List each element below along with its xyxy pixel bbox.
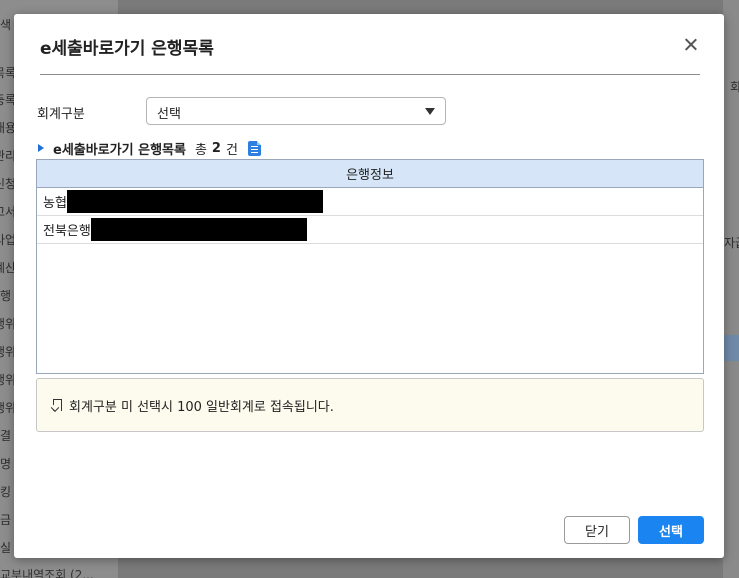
triangle-bullet-icon xyxy=(38,144,44,152)
notice-box: 회계구분 미 선택시 100 일반회계로 접속됩니다. xyxy=(36,378,704,432)
count-suffix: 건 xyxy=(225,142,238,158)
select-button[interactable]: 선택 xyxy=(638,516,704,544)
background-label: 행 xyxy=(0,289,12,303)
table-row[interactable]: 전북은행 xyxy=(37,216,703,244)
background-label: 자급 xyxy=(724,236,739,250)
account-type-select-value: 선택 xyxy=(157,107,181,122)
section-header: e세출바로가기 은행목록 총 2 건 xyxy=(38,139,261,158)
bookmark-icon xyxy=(53,399,62,411)
notice-text: 회계구분 미 선택시 100 일반회계로 접속됩니다. xyxy=(69,399,334,415)
count-value: 2 xyxy=(211,140,221,156)
bank-list-dialog: e세출바로가기 은행목록 회계구분 선택 e세출바로가기 은행목록 총 2 건 … xyxy=(14,14,724,558)
count-prefix: 총 xyxy=(194,142,207,158)
dialog-title: e세출바로가기 은행목록 xyxy=(40,39,214,59)
chevron-down-icon xyxy=(425,108,435,115)
excel-export-icon[interactable] xyxy=(247,140,261,156)
close-button[interactable]: 닫기 xyxy=(564,516,630,544)
close-icon[interactable] xyxy=(682,36,700,54)
account-type-select[interactable]: 선택 xyxy=(146,97,446,125)
title-divider xyxy=(40,74,700,75)
background-label: 실 xyxy=(0,541,12,555)
section-title: e세출바로가기 은행목록 xyxy=(53,142,186,158)
background-label: 킹 xyxy=(0,485,12,499)
bank-name: 전북은행 xyxy=(43,224,91,239)
bank-name: 농협 xyxy=(43,196,67,211)
background-label: 결 xyxy=(0,429,12,443)
grid-column-header: 은행정보 xyxy=(37,160,703,188)
background-label: 금 xyxy=(0,513,12,527)
bank-grid: 은행정보 농협 전북은행 xyxy=(36,159,704,374)
background-label: 회 xyxy=(730,80,739,94)
background-label: 명 xyxy=(0,457,12,471)
redacted-block xyxy=(66,190,323,213)
background-bottom-label: 교부내역조회 (2... xyxy=(0,568,94,578)
table-row[interactable]: 농협 xyxy=(37,188,703,216)
background-selected-row xyxy=(723,335,739,361)
account-type-label: 회계구분 xyxy=(37,107,85,122)
redacted-block xyxy=(90,218,307,241)
background-label: 색 xyxy=(0,18,12,32)
